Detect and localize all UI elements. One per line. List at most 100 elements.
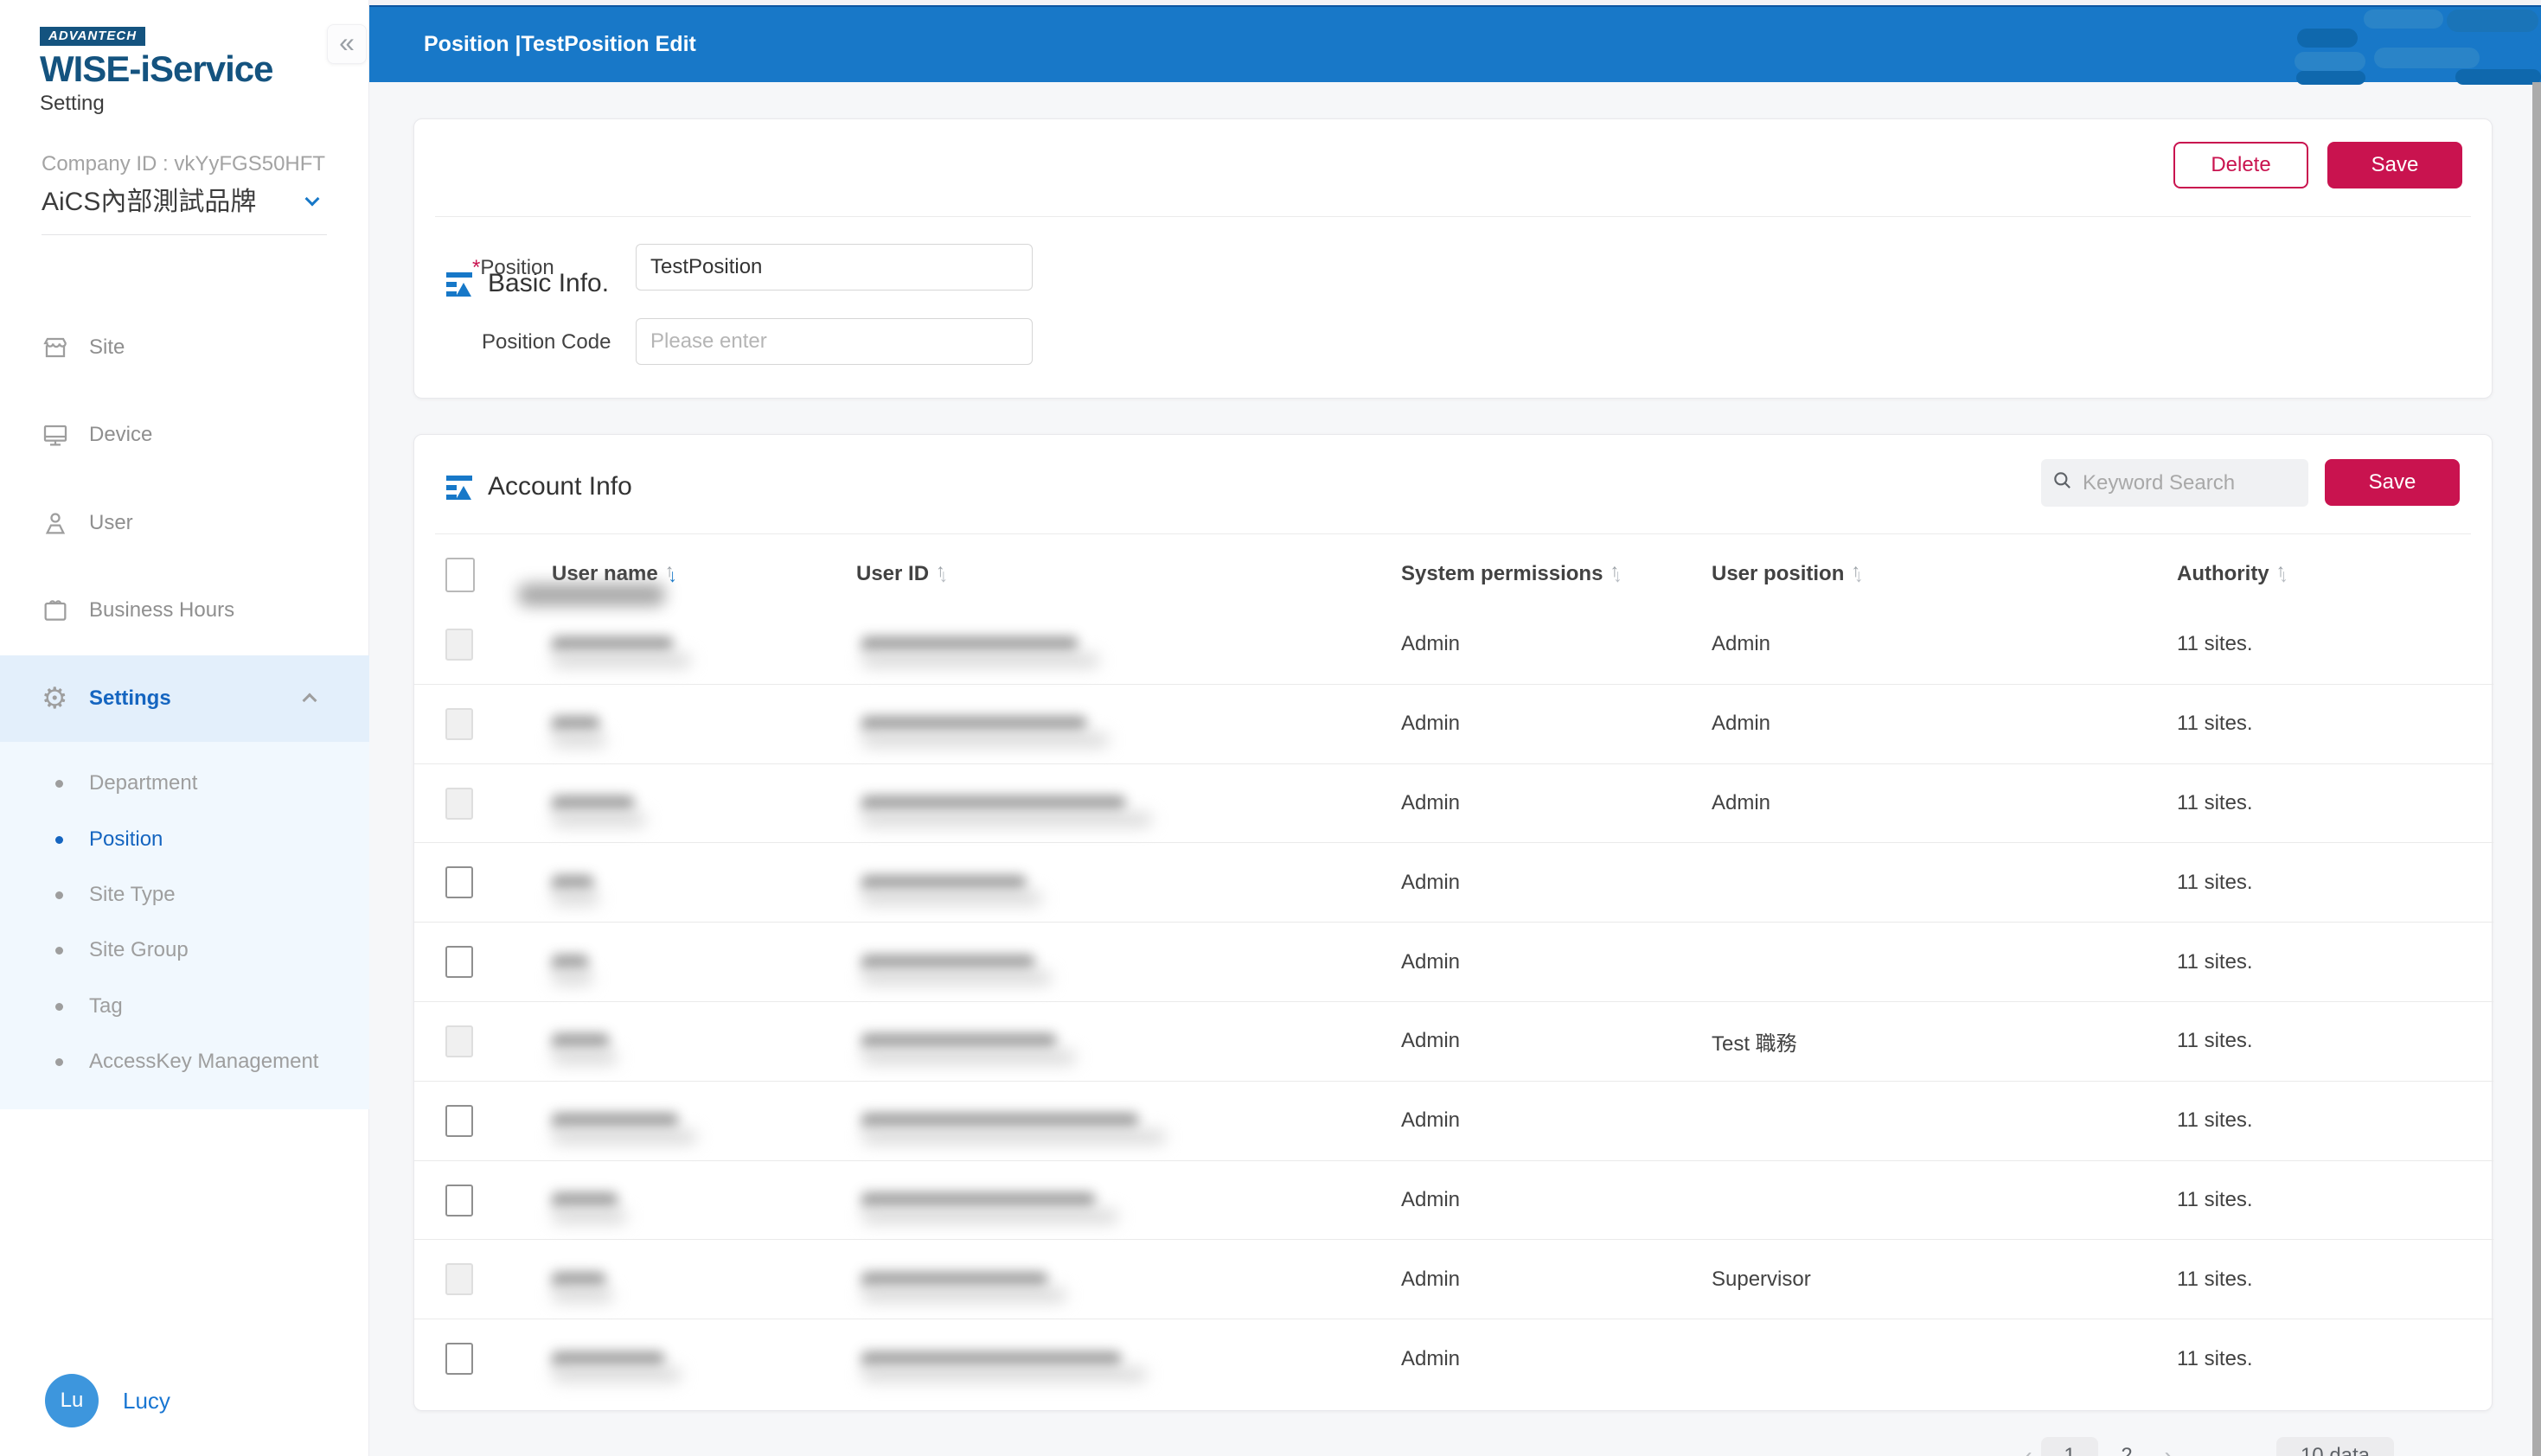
redacted-user-name bbox=[552, 636, 673, 653]
table-row: Admin Admin 11 sites. bbox=[414, 764, 2493, 844]
vertical-scrollbar[interactable] bbox=[2532, 82, 2541, 1456]
redacted-user-name bbox=[552, 954, 588, 970]
redacted-header-item bbox=[2447, 10, 2538, 32]
section-list-icon bbox=[446, 474, 472, 500]
sidebar-item-business-hours[interactable]: Business Hours bbox=[0, 567, 369, 654]
redaction-ghost bbox=[861, 891, 1042, 906]
row-checkbox[interactable] bbox=[445, 1104, 473, 1137]
redaction-ghost bbox=[861, 971, 1052, 986]
sidebar-item-tag[interactable]: Tag bbox=[0, 979, 369, 1034]
user-id-cell bbox=[861, 1161, 1118, 1240]
user-name-cell bbox=[552, 1082, 697, 1160]
sidebar-item-label: Device bbox=[89, 423, 153, 446]
authority-cell: 11 sites. bbox=[2177, 1267, 2253, 1291]
row-checkbox[interactable] bbox=[445, 787, 473, 820]
sidebar-item-label: Site bbox=[89, 335, 125, 359]
company-chevron-down-icon[interactable] bbox=[304, 191, 320, 207]
authority-cell: 11 sites. bbox=[2177, 1187, 2253, 1211]
sidebar-item-label: Business Hours bbox=[89, 598, 235, 622]
monitor-icon bbox=[42, 421, 69, 449]
sidebar-item-position[interactable]: Position bbox=[0, 812, 369, 867]
user-name-cell bbox=[552, 1002, 618, 1081]
redacted-header-item bbox=[2297, 29, 2358, 48]
sidebar-item-label: User bbox=[89, 511, 133, 534]
redacted-user-name bbox=[552, 716, 599, 732]
system-permissions-cell: Admin bbox=[1401, 1108, 1461, 1133]
pagination-next-icon[interactable]: › bbox=[2155, 1442, 2181, 1456]
position-input[interactable] bbox=[636, 244, 1033, 291]
gear-icon: ⚙ bbox=[42, 682, 68, 715]
redaction-ghost bbox=[552, 654, 691, 667]
column-header-user-id: User ID ↑ ↓ bbox=[856, 561, 947, 587]
redaction-ghost bbox=[552, 1209, 627, 1223]
user-name-cell bbox=[552, 1161, 627, 1240]
redaction-ghost bbox=[861, 1368, 1147, 1383]
sidebar-item-settings[interactable]: ⚙ Settings bbox=[0, 655, 369, 742]
authority-cell: 11 sites. bbox=[2177, 1347, 2253, 1371]
sidebar-item-department[interactable]: Department bbox=[0, 756, 369, 811]
company-name: AiCS內部測試品牌 bbox=[42, 188, 257, 216]
avatar[interactable]: Lu bbox=[45, 1374, 99, 1427]
redacted-header-item bbox=[2374, 48, 2480, 68]
sort-icon-system-permissions[interactable]: ↑ ↓ bbox=[1610, 561, 1621, 587]
row-checkbox[interactable] bbox=[445, 1343, 473, 1376]
user-name-cell bbox=[552, 1319, 682, 1399]
page-size-select[interactable]: 10 data bbox=[2276, 1437, 2394, 1456]
row-checkbox[interactable] bbox=[445, 1025, 473, 1057]
user-id-cell bbox=[861, 685, 1109, 763]
sort-icon-authority[interactable]: ↑ ↓ bbox=[2276, 561, 2288, 587]
account-save-button[interactable]: Save bbox=[2325, 459, 2460, 506]
pagination-prev-icon[interactable]: ‹ bbox=[2015, 1442, 2041, 1456]
sidebar-item-device[interactable]: Device bbox=[0, 392, 369, 478]
sidebar-item-accesskey-management[interactable]: AccessKey Management bbox=[0, 1034, 369, 1089]
user-position-cell: Test 職務 bbox=[1712, 1031, 1797, 1056]
sidebar-item-user[interactable]: User bbox=[0, 480, 369, 566]
pagination-page-2[interactable]: 2 bbox=[2098, 1437, 2155, 1456]
row-checkbox[interactable] bbox=[445, 707, 473, 740]
row-checkbox[interactable] bbox=[445, 946, 473, 979]
user-position-cell: Supervisor bbox=[1712, 1267, 1811, 1291]
row-checkbox[interactable] bbox=[445, 1263, 473, 1296]
redaction-ghost bbox=[552, 1288, 613, 1303]
row-checkbox[interactable] bbox=[445, 866, 473, 899]
table-row: Admin Test 職務 11 sites. bbox=[414, 1002, 2493, 1082]
settings-chevron-up-icon[interactable] bbox=[302, 693, 317, 708]
redaction-ghost bbox=[861, 1129, 1166, 1144]
submenu-item-label: Department bbox=[89, 771, 198, 795]
sidebar-subtitle: Setting bbox=[40, 92, 105, 115]
search-input[interactable] bbox=[2083, 470, 2282, 495]
redaction-ghost bbox=[552, 971, 593, 986]
row-checkbox[interactable] bbox=[445, 629, 473, 661]
sort-icon-user-name[interactable]: ↑ ↓ bbox=[665, 561, 676, 587]
position-code-input[interactable] bbox=[636, 318, 1033, 365]
pagination-page-1[interactable]: 1 bbox=[2041, 1437, 2098, 1456]
current-user-link[interactable]: Lucy bbox=[123, 1374, 170, 1427]
redacted-user-name bbox=[552, 1191, 618, 1208]
submenu-item-label: Tag bbox=[89, 994, 123, 1018]
redacted-user-id bbox=[861, 716, 1086, 732]
sidebar-collapse-button[interactable]: « bbox=[327, 24, 367, 64]
sidebar-item-site-type[interactable]: Site Type bbox=[0, 867, 369, 923]
redaction-ghost bbox=[552, 812, 646, 827]
select-all-checkbox[interactable] bbox=[445, 558, 475, 592]
keyword-search-box bbox=[2041, 459, 2308, 507]
redacted-user-name bbox=[552, 874, 593, 891]
sort-icon-user-position[interactable]: ↑ ↓ bbox=[1851, 561, 1862, 587]
sort-icon-user-id[interactable]: ↑ ↓ bbox=[936, 561, 947, 587]
sidebar-item-site[interactable]: Site bbox=[0, 304, 369, 391]
sidebar-item-site-group[interactable]: Site Group bbox=[0, 923, 369, 978]
redaction-ghost bbox=[552, 1050, 618, 1064]
column-header-user-position: User position ↑ ↓ bbox=[1712, 561, 1862, 587]
table-row: Admin 11 sites. bbox=[414, 1161, 2493, 1241]
redacted-user-id bbox=[861, 1191, 1095, 1208]
sidebar-item-label: Settings bbox=[89, 686, 171, 710]
delete-button[interactable]: Delete bbox=[2173, 142, 2308, 188]
basic-save-button[interactable]: Save bbox=[2327, 142, 2462, 188]
redaction-ghost bbox=[552, 1129, 697, 1144]
user-name-cell bbox=[552, 843, 599, 922]
table-row: Admin Supervisor 11 sites. bbox=[414, 1240, 2493, 1320]
redaction-ghost bbox=[861, 654, 1099, 667]
store-icon bbox=[42, 334, 69, 361]
table-row: Admin 11 sites. bbox=[414, 923, 2493, 1002]
row-checkbox[interactable] bbox=[445, 1184, 473, 1217]
